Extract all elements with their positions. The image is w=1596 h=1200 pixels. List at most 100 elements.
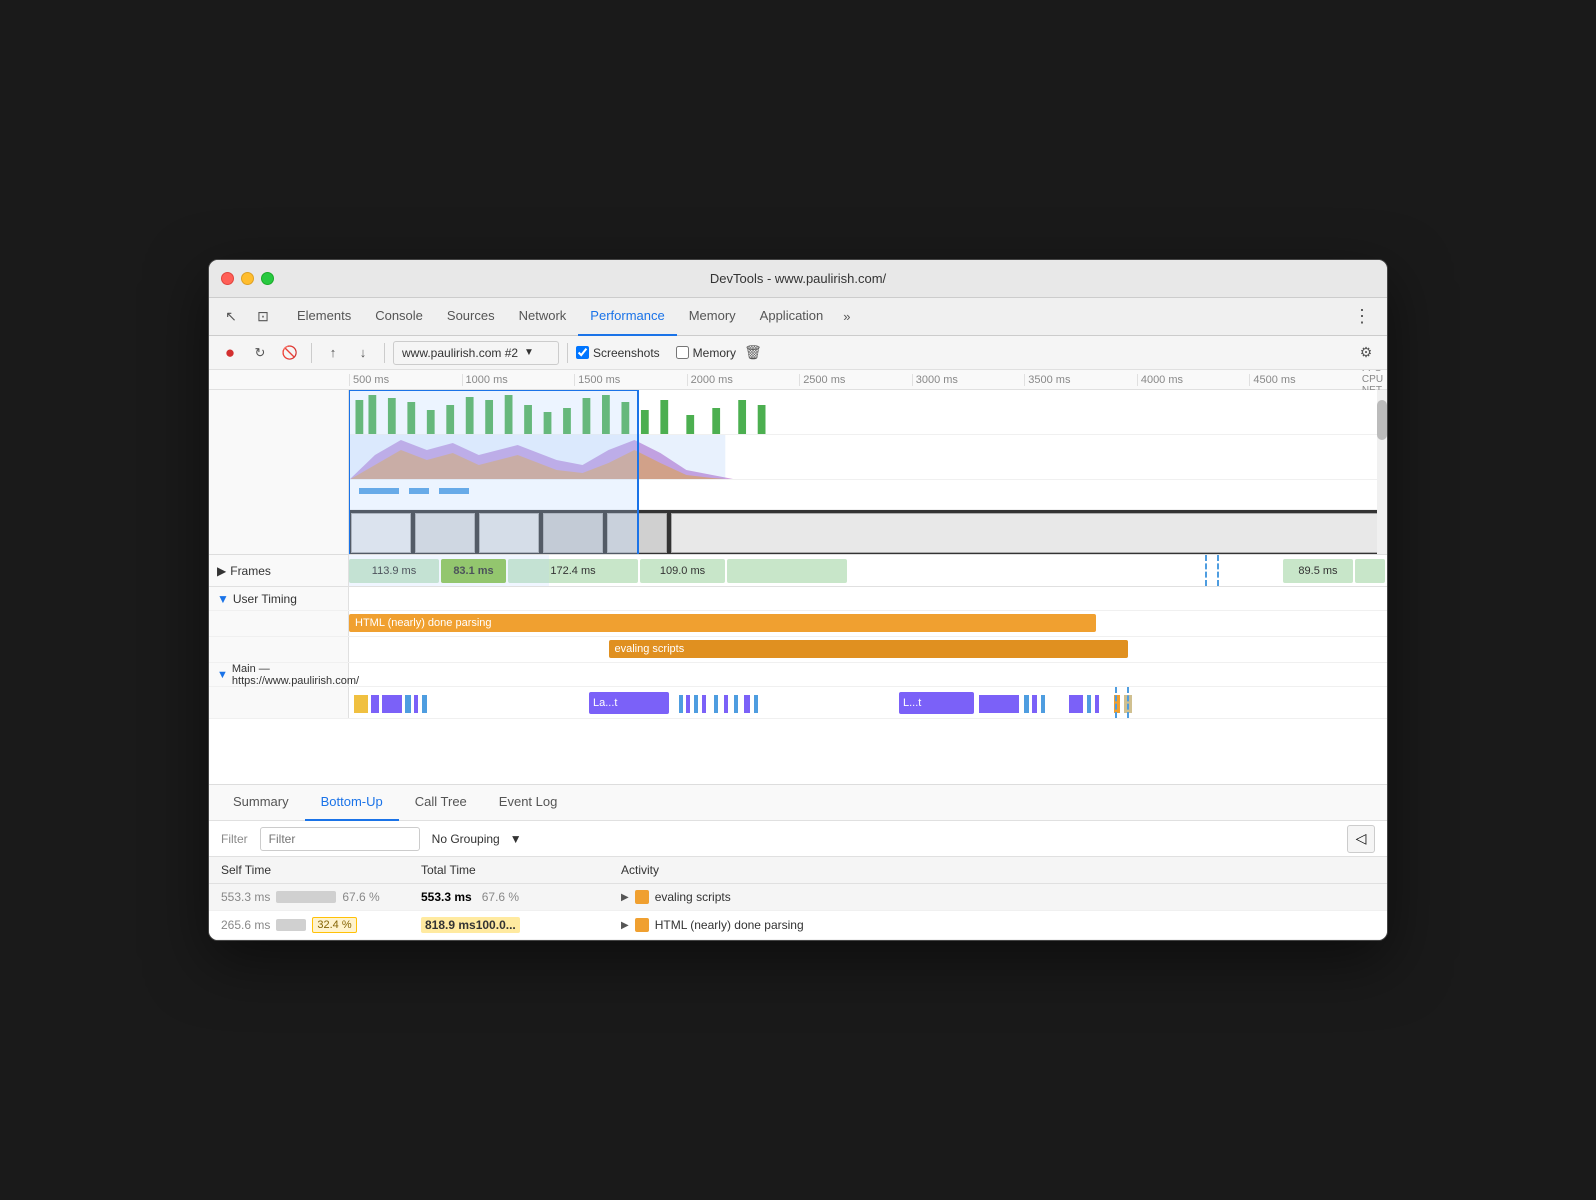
tab-memory[interactable]: Memory: [677, 298, 748, 336]
more-tabs-button[interactable]: »: [835, 309, 858, 324]
main-bar-purple-3[interactable]: [414, 695, 418, 713]
main-bar-purple-7[interactable]: [744, 695, 750, 713]
self-pct-1: 67.6 %: [342, 890, 379, 904]
close-button[interactable]: [221, 272, 234, 285]
main-bar-lat-2[interactable]: L...t: [899, 692, 974, 714]
timeline-tracks: [209, 390, 1387, 555]
memory-checkbox[interactable]: [676, 346, 689, 359]
screenshots-checkbox[interactable]: [576, 346, 589, 359]
frame-block-5[interactable]: [727, 559, 847, 583]
selection-overlay[interactable]: [349, 390, 639, 555]
main-thread-track[interactable]: La...t L...t: [349, 687, 1387, 718]
tab-network[interactable]: Network: [507, 298, 579, 336]
filter-input[interactable]: [260, 827, 420, 851]
td-self-time-2: 265.6 ms 32.4 %: [209, 911, 409, 940]
ut-expand-icon[interactable]: ▼: [217, 592, 229, 606]
clear-button[interactable]: 🚫: [277, 340, 303, 366]
main-bar-purple-2[interactable]: [382, 695, 402, 713]
playhead-line[interactable]: [637, 390, 639, 555]
self-time-value-2: 265.6 ms: [221, 918, 270, 932]
frames-expand-icon[interactable]: ▶: [217, 564, 226, 578]
th-activity[interactable]: Activity: [609, 857, 1387, 884]
cursor-icon[interactable]: ↖: [217, 303, 245, 331]
timeline-scrollbar[interactable]: [1377, 390, 1387, 555]
ruler-tick-3000: 3000 ms: [912, 374, 1025, 386]
main-bar-purple-5[interactable]: [702, 695, 706, 713]
main-bar-purple-9[interactable]: [1032, 695, 1037, 713]
main-bar-blue-1[interactable]: [405, 695, 411, 713]
expand-panel-button[interactable]: ◁: [1347, 825, 1375, 853]
flamechart-area: ▶ Frames 113.9 ms 83.1 ms 172.4 ms 109.0…: [209, 555, 1387, 785]
tab-elements[interactable]: Elements: [285, 298, 363, 336]
tab-call-tree[interactable]: Call Tree: [399, 785, 483, 821]
maximize-button[interactable]: [261, 272, 274, 285]
grouping-select[interactable]: No Grouping ▼: [432, 832, 522, 846]
main-bar-blue-2[interactable]: [422, 695, 427, 713]
main-bar-lat-1[interactable]: La...t: [589, 692, 669, 714]
self-time-bar-2: [276, 919, 306, 931]
main-bar-blue-10[interactable]: [1087, 695, 1091, 713]
main-expand-icon[interactable]: ▼: [217, 669, 228, 681]
main-bar-blue-9[interactable]: [1041, 695, 1045, 713]
main-bar-blue-7[interactable]: [754, 695, 758, 713]
main-bar-blue-6[interactable]: [734, 695, 738, 713]
device-icon[interactable]: ⊡: [249, 303, 277, 331]
tab-sources[interactable]: Sources: [435, 298, 507, 336]
main-thread-label[interactable]: ▼ Main — https://www.paulirish.com/: [209, 663, 349, 686]
th-self-time[interactable]: Self Time: [209, 857, 409, 884]
frame-block-6[interactable]: 89.5 ms: [1283, 559, 1353, 583]
download-button[interactable]: ↓: [350, 340, 376, 366]
profile-select-label: www.paulirish.com #2: [402, 346, 518, 360]
frames-row: ▶ Frames 113.9 ms 83.1 ms 172.4 ms 109.0…: [209, 555, 1387, 587]
filter-row: Filter No Grouping ▼ ◁: [209, 821, 1387, 857]
main-bar-yellow-1[interactable]: [354, 695, 368, 713]
main-bar-purple-11[interactable]: [1095, 695, 1099, 713]
main-bar-purple-1[interactable]: [371, 695, 379, 713]
window-title: DevTools - www.paulirish.com/: [710, 271, 886, 286]
tab-bottom-up[interactable]: Bottom-Up: [305, 785, 399, 821]
tab-console[interactable]: Console: [363, 298, 435, 336]
main-dashed-2: [1127, 687, 1129, 718]
main-bar-purple-10[interactable]: [1069, 695, 1083, 713]
bottom-tabs-row: Summary Bottom-Up Call Tree Event Log: [209, 785, 1387, 821]
table-header-row: Self Time Total Time Activity: [209, 857, 1387, 884]
main-bar-blue-8[interactable]: [1024, 695, 1029, 713]
activity-expand-1[interactable]: ▶: [621, 892, 629, 903]
tab-application[interactable]: Application: [748, 298, 836, 336]
delete-recording-button[interactable]: 🗑: [740, 340, 766, 366]
timeline-scrollbar-thumb[interactable]: [1377, 400, 1387, 440]
th-total-time[interactable]: Total Time: [409, 857, 609, 884]
main-bar-purple-6[interactable]: [724, 695, 728, 713]
frame-block-7[interactable]: [1355, 559, 1385, 583]
devtools-menu-button[interactable]: ⋮: [1345, 306, 1379, 327]
table-row[interactable]: 553.3 ms 67.6 % 553.3 ms 67.6 % ▶: [209, 884, 1387, 911]
settings-button[interactable]: ⚙: [1353, 340, 1379, 366]
upload-button[interactable]: ↑: [320, 340, 346, 366]
activity-cell-1: ▶ evaling scripts: [621, 890, 1375, 904]
tab-summary[interactable]: Summary: [217, 785, 305, 821]
main-bar-purple-8[interactable]: [979, 695, 1019, 713]
html-bar-row: HTML (nearly) done parsing: [209, 611, 1387, 637]
tab-event-log[interactable]: Event Log: [483, 785, 574, 821]
timeline-overview[interactable]: 500 ms 1000 ms 1500 ms 2000 ms 2500 ms 3…: [209, 370, 1387, 555]
user-timing-label[interactable]: ▼ User Timing: [209, 587, 349, 610]
main-bar-blue-3[interactable]: [679, 695, 683, 713]
main-bar-purple-4[interactable]: [686, 695, 690, 713]
screenshot-thumb-rest[interactable]: [671, 513, 1387, 553]
main-bar-blue-4[interactable]: [694, 695, 698, 713]
frame-block-4[interactable]: 109.0 ms: [640, 559, 725, 583]
profile-select[interactable]: www.paulirish.com #2 ▼: [393, 341, 559, 365]
record-button[interactable]: ●: [217, 340, 243, 366]
html-parsing-bar[interactable]: HTML (nearly) done parsing: [349, 614, 1096, 632]
table-row[interactable]: 265.6 ms 32.4 % 818.9 ms100.0... ▶: [209, 911, 1387, 940]
activity-expand-2[interactable]: ▶: [621, 920, 629, 931]
minimize-button[interactable]: [241, 272, 254, 285]
reload-button[interactable]: ↻: [247, 340, 273, 366]
tab-performance[interactable]: Performance: [578, 298, 676, 336]
frames-text: Frames: [230, 564, 271, 578]
track-content-area[interactable]: [349, 390, 1387, 555]
main-bar-blue-5[interactable]: [714, 695, 718, 713]
evaling-scripts-bar[interactable]: evaling scripts: [609, 640, 1128, 658]
fps-track-label: [209, 390, 348, 435]
frames-label[interactable]: ▶ Frames: [209, 555, 349, 586]
